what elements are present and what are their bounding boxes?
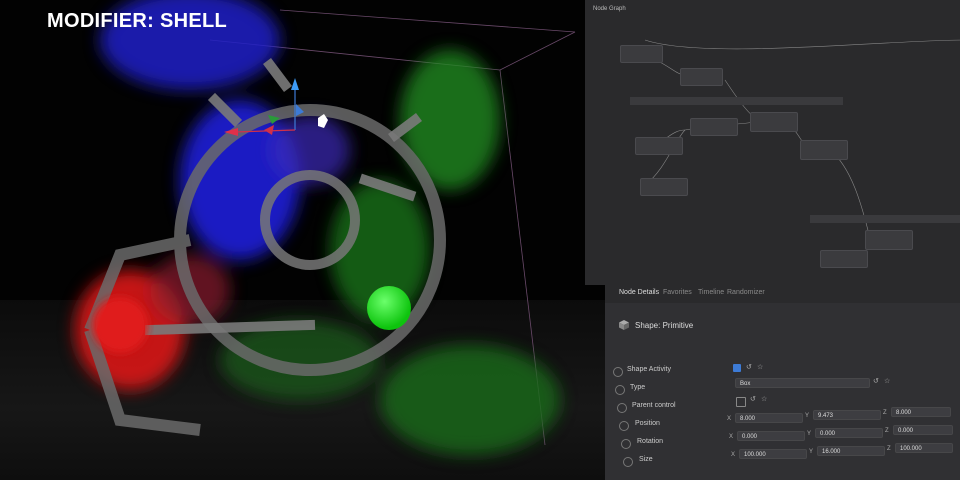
graph-node[interactable] (640, 178, 688, 196)
tab-randomizer[interactable]: Randomizer (727, 289, 765, 296)
shape-activity-radio[interactable] (613, 367, 623, 377)
axis-x-label: X (729, 434, 734, 440)
star-icon[interactable]: ☆ (761, 395, 767, 403)
rotation-z-field[interactable]: 0.000 (893, 425, 953, 435)
reset-icon[interactable]: ↺ (873, 377, 879, 385)
position-x-field[interactable]: 8.000 (735, 413, 803, 423)
axis-y-label: Y (807, 431, 812, 437)
node-group-header[interactable] (810, 215, 960, 223)
rotation-y-field[interactable]: 0.000 (815, 428, 883, 438)
parent-control-checkbox[interactable] (736, 397, 746, 407)
axis-z-label: Z (887, 446, 891, 452)
position-label: Position (635, 420, 660, 427)
parent-control-label: Parent control (632, 402, 676, 409)
axis-y-label: Y (805, 413, 810, 419)
parent-control-radio[interactable] (617, 403, 627, 413)
size-y-field[interactable]: 16.000 (817, 446, 885, 456)
rotation-label: Rotation (637, 438, 664, 445)
editor-panel: Node Graph Node Details Favorites Timeli… (585, 0, 960, 480)
graph-node[interactable] (820, 250, 868, 268)
star-icon[interactable]: ☆ (884, 377, 890, 385)
graph-node[interactable] (620, 45, 663, 63)
axis-z-label: Z (883, 410, 887, 416)
axis-z-label: Z (885, 428, 889, 434)
shape-title: Shape: Primitive (635, 321, 694, 330)
node-group-header[interactable] (630, 97, 843, 105)
rotation-radio[interactable] (621, 439, 631, 449)
page-title: MODIFIER: SHELL (47, 10, 228, 32)
shape-activity-checkbox[interactable] (733, 364, 741, 372)
type-select[interactable]: Box (735, 378, 870, 388)
red-sphere[interactable] (92, 297, 148, 353)
position-y-field[interactable]: 9.473 (813, 410, 881, 420)
green-sphere[interactable] (367, 286, 411, 330)
tab-timeline[interactable]: Timeline (698, 289, 724, 296)
tab-node-details[interactable]: Node Details (619, 289, 659, 296)
size-label: Size (639, 456, 653, 463)
graph-node[interactable] (800, 140, 848, 160)
position-radio[interactable] (619, 421, 629, 431)
axis-x-label: X (727, 416, 732, 422)
graph-node[interactable] (680, 68, 723, 86)
type-radio[interactable] (615, 385, 625, 395)
rotation-x-field[interactable]: 0.000 (737, 431, 805, 441)
axis-x-label: X (731, 452, 736, 458)
size-radio[interactable] (623, 457, 633, 467)
size-x-field[interactable]: 100.000 (739, 449, 807, 459)
node-details-panel: Node Details Favorites Timeline Randomiz… (605, 285, 960, 480)
reset-icon[interactable]: ↺ (746, 363, 752, 371)
node-graph[interactable]: Node Graph (585, 0, 960, 285)
shape-activity-label: Shape Activity (627, 366, 671, 373)
graph-node[interactable] (690, 118, 738, 136)
type-label: Type (630, 384, 646, 391)
axis-y-label: Y (809, 449, 814, 455)
tab-favorites[interactable]: Favorites (663, 289, 692, 296)
graph-node[interactable] (635, 137, 683, 155)
details-tabs: Node Details Favorites Timeline Randomiz… (605, 285, 960, 303)
size-z-field[interactable]: 100.000 (895, 443, 953, 453)
reset-icon[interactable]: ↺ (750, 395, 756, 403)
graph-node[interactable] (865, 230, 913, 250)
cube-icon (619, 320, 629, 330)
graph-node[interactable] (750, 112, 798, 132)
position-z-field[interactable]: 8.000 (891, 407, 951, 417)
star-icon[interactable]: ☆ (757, 363, 763, 371)
